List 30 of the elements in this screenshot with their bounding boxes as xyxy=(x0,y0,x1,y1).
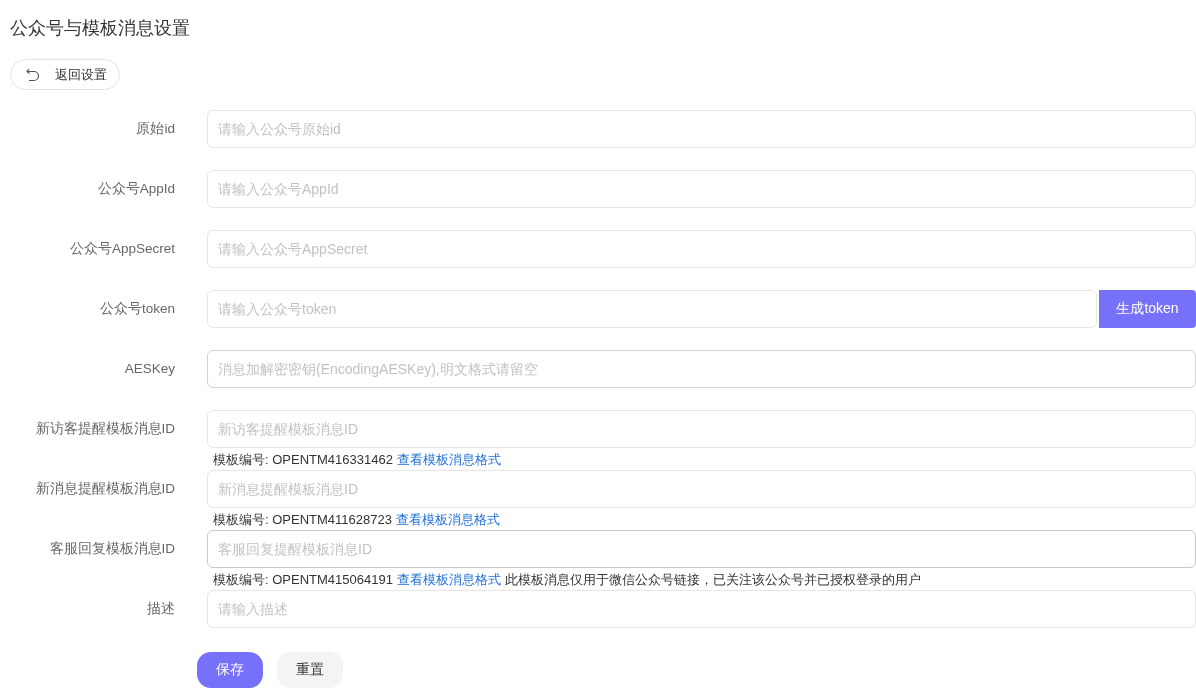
field-label: 客服回复模板消息ID xyxy=(48,540,175,558)
field-label: 描述 xyxy=(146,600,175,618)
undo-icon xyxy=(25,66,41,83)
text-input[interactable]: 新访客提醒模板消息ID xyxy=(207,410,1196,448)
view-template-link[interactable]: 查看模板消息格式 xyxy=(395,511,500,529)
field-label: 原始id xyxy=(135,120,175,138)
field-label: 新消息提醒模板消息ID xyxy=(34,480,175,498)
field-label: 公众号token xyxy=(98,300,175,318)
text-input[interactable]: 请输入公众号原始id xyxy=(207,110,1196,148)
view-template-link[interactable]: 查看模板消息格式 xyxy=(396,571,501,589)
text-input[interactable]: 请输入公众号token xyxy=(207,290,1097,328)
field-label: 新访客提醒模板消息ID xyxy=(34,420,175,438)
save-button[interactable]: 保存 xyxy=(197,652,263,688)
back-button[interactable]: 返回设置 xyxy=(10,59,120,90)
text-input[interactable]: 请输入描述 xyxy=(207,590,1196,628)
text-input[interactable]: 消息加解密密钥(EncodingAESKey),明文格式请留空 xyxy=(207,350,1196,388)
text-input[interactable]: 请输入公众号AppSecret xyxy=(207,230,1196,268)
generate-token-button[interactable]: 生成token xyxy=(1099,290,1196,328)
template-number: 模板编号: OPENTM411628723 xyxy=(213,511,392,529)
reset-button[interactable]: 重置 xyxy=(277,652,343,688)
template-note: 此模板消息仅用于微信公众号链接，已关注该公众号并已授权登录的用户 xyxy=(504,571,921,589)
template-number: 模板编号: OPENTM416331462 xyxy=(213,451,393,469)
view-template-link[interactable]: 查看模板消息格式 xyxy=(396,451,501,469)
text-input[interactable]: 新消息提醒模板消息ID xyxy=(207,470,1196,508)
text-input[interactable]: 请输入公众号AppId xyxy=(207,170,1196,208)
field-label: 公众号AppId xyxy=(96,180,175,198)
template-number: 模板编号: OPENTM415064191 xyxy=(213,571,393,589)
field-label: 公众号AppSecret xyxy=(68,240,175,258)
field-label: AESKey xyxy=(123,360,175,378)
page-title: 公众号与模板消息设置 xyxy=(10,17,191,40)
